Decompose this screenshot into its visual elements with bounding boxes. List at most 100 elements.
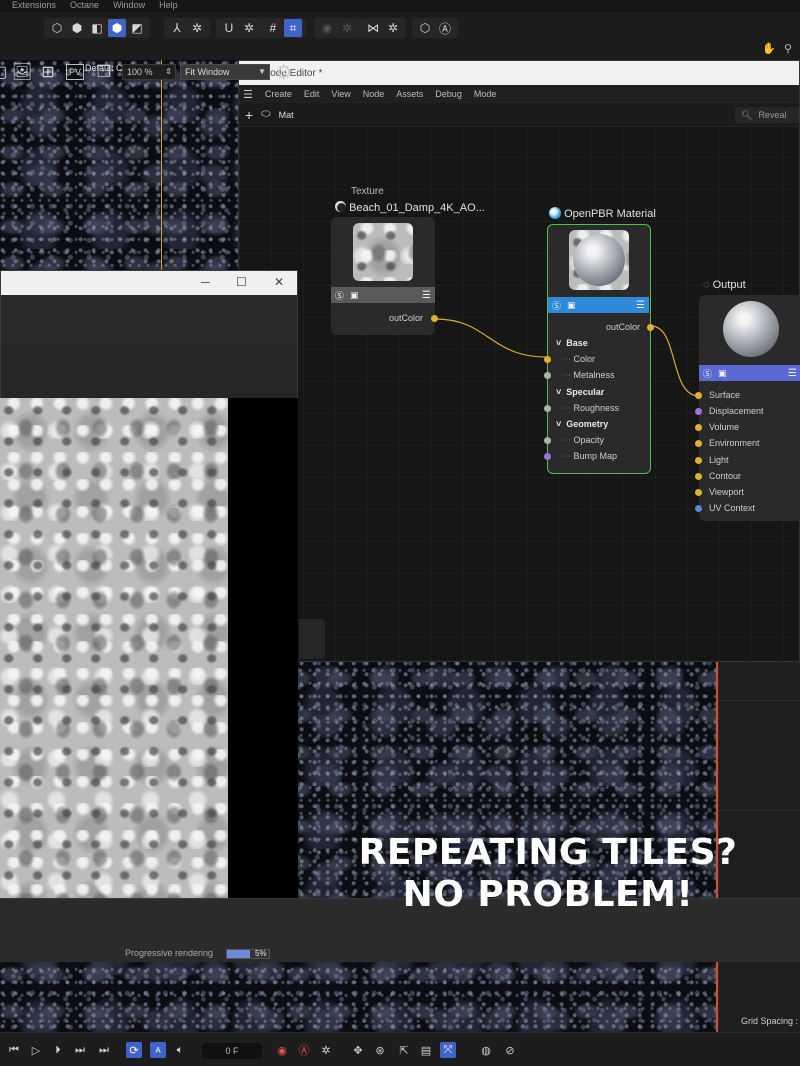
record-icon[interactable]: ◉ [274, 1042, 290, 1058]
symmetry-settings-gear-icon[interactable]: ✲ [384, 19, 402, 37]
grid-snap-icon[interactable]: ⌗ [284, 19, 302, 37]
ne-menu-view[interactable]: View [331, 89, 350, 99]
polygon-icon[interactable]: ⬢ [68, 19, 86, 37]
ne-menu-mode[interactable]: Mode [474, 89, 497, 99]
a-badge-icon[interactable]: Ⓐ [436, 19, 454, 37]
motion-settings-icon[interactable]: ⊘ [502, 1042, 518, 1058]
ne-menu-edit[interactable]: Edit [304, 89, 320, 99]
axis-icon[interactable]: ⅄ [168, 19, 186, 37]
node-path[interactable]: Mat [279, 110, 294, 120]
menu-item-octane[interactable]: Octane [70, 0, 99, 12]
cube-icon[interactable]: ⬡ [48, 19, 66, 37]
grid-icon[interactable]: # [264, 19, 282, 37]
add-image-icon[interactable]: ⊞ [38, 62, 58, 82]
play-icon[interactable]: ▷ [28, 1042, 44, 1058]
object-mode-icon[interactable]: ⬢ [108, 19, 126, 37]
go-to-end-icon[interactable]: ⏭ [96, 1042, 112, 1058]
side-panel-tab[interactable] [299, 619, 325, 659]
stepper-icon[interactable]: ⇕ [165, 65, 172, 79]
pin-icon[interactable]: ⚲ [784, 42, 792, 55]
minimize-icon[interactable]: ─ [201, 275, 210, 289]
viewport-top[interactable] [0, 60, 238, 270]
material-node-name[interactable]: OpenPBR Material [549, 207, 656, 220]
material-out-port[interactable] [647, 324, 654, 331]
material-node[interactable]: Ⓢ ▣ ☰ outColor ˅ Base ⋯ Color ⋯ Metalnes… [544, 224, 654, 474]
port-uv-context[interactable] [695, 505, 702, 512]
fit-mode-select[interactable]: Fit Window ▼ [180, 64, 270, 80]
port-volume[interactable] [695, 424, 702, 431]
move-key-icon[interactable]: ✥ [350, 1042, 366, 1058]
point-level-icon[interactable]: ⤧ [440, 1042, 456, 1058]
menu-item-extensions[interactable]: Extensions [12, 0, 56, 12]
ne-menu-create[interactable]: Create [265, 89, 292, 99]
section-geometry[interactable]: ˅ Geometry [556, 419, 608, 429]
image-icon[interactable]: ▣ [567, 300, 576, 311]
frame-field[interactable]: 0 F [202, 1043, 262, 1059]
settings-circle-icon[interactable]: Ⓢ [335, 289, 344, 302]
reveal-button[interactable]: 🔍︎ Reveal [735, 107, 799, 123]
render-settings-gear-icon[interactable]: ✲ [338, 19, 356, 37]
port-displacement[interactable] [695, 408, 702, 415]
go-to-start-icon[interactable]: ⏮ [6, 1042, 22, 1058]
ne-menu-debug[interactable]: Debug [435, 89, 462, 99]
loop-icon[interactable]: ⟳ [126, 1042, 142, 1058]
copy-icon[interactable]: ❐ [94, 62, 114, 82]
menu-item-window[interactable]: Window [113, 0, 145, 12]
gear-icon[interactable]: ⚙ [275, 60, 293, 85]
texture-node[interactable]: Ⓢ ▣ ☰ outColor [331, 217, 438, 335]
maximize-icon[interactable]: ☐ [236, 275, 247, 289]
ne-menu-assets[interactable]: Assets [396, 89, 423, 99]
auto-key-icon[interactable]: Ⓐ [296, 1042, 312, 1058]
close-icon[interactable]: ✕ [274, 275, 284, 289]
scale-key-icon[interactable]: ⇱ [396, 1042, 412, 1058]
texture-viewer-titlebar[interactable]: ─ ☐ ✕ [1, 271, 297, 295]
pv-icon[interactable]: PV [66, 64, 84, 80]
hand-icon[interactable]: ✋ [762, 42, 776, 55]
texture-node-name[interactable]: Beach_01_Damp_4K_AO... [335, 201, 485, 214]
zoom-input[interactable]: 100 % ⇕ [122, 64, 176, 80]
port-opacity[interactable] [544, 437, 551, 444]
menu-item-help[interactable]: Help [159, 0, 178, 12]
node-editor-titlebar[interactable]: Node Editor * [239, 61, 799, 85]
port-bump-map[interactable] [544, 453, 551, 460]
speaker-icon[interactable]: 🔈︎ [172, 1042, 188, 1058]
port-light[interactable] [695, 457, 702, 464]
node-menu-icon[interactable]: ☰ [636, 300, 645, 311]
step-forward-icon[interactable]: ⏵ [50, 1042, 66, 1058]
settings-circle-icon[interactable]: Ⓢ [703, 367, 712, 380]
section-specular[interactable]: ˅ Specular [556, 387, 604, 397]
channel-icon[interactable]: ▢ [0, 62, 10, 82]
output-node-name[interactable]: ◌ Output [703, 279, 746, 291]
texture-out-port[interactable] [431, 315, 438, 322]
port-color[interactable] [544, 356, 551, 363]
section-base[interactable]: ˅ Base [556, 338, 588, 348]
image-icon[interactable]: ▣ [718, 368, 727, 379]
magnet-settings-gear-icon[interactable]: ✲ [240, 19, 258, 37]
box-icon[interactable]: ◧ [88, 19, 106, 37]
rotate-key-icon[interactable]: ⊛ [372, 1042, 388, 1058]
output-node[interactable]: Ⓢ ▣ ☰ Surface Displacement Volume Enviro… [695, 295, 800, 521]
auto-keying-icon[interactable]: A [150, 1042, 166, 1058]
render-circle-icon[interactable]: ◉ [318, 19, 336, 37]
model-mode-icon[interactable]: ◩ [128, 19, 146, 37]
ne-menu-node[interactable]: Node [363, 89, 385, 99]
port-contour[interactable] [695, 473, 702, 480]
port-surface[interactable] [695, 392, 702, 399]
hexagon-badge-icon[interactable]: ⬡ [416, 19, 434, 37]
port-metalness[interactable] [544, 372, 551, 379]
port-viewport[interactable] [695, 489, 702, 496]
add-node-icon[interactable]: + [245, 107, 253, 123]
image-view-icon[interactable]: 🖼︎ [12, 62, 32, 82]
texture-canvas[interactable] [0, 398, 298, 898]
magnet-icon[interactable]: U [220, 19, 238, 37]
image-icon[interactable]: ▣ [350, 290, 359, 301]
axis-settings-gear-icon[interactable]: ✲ [188, 19, 206, 37]
port-roughness[interactable] [544, 405, 551, 412]
settings-circle-icon[interactable]: Ⓢ [552, 299, 561, 312]
node-menu-icon[interactable]: ☰ [422, 290, 431, 301]
node-menu-icon[interactable]: ☰ [788, 368, 797, 379]
port-environment[interactable] [695, 440, 702, 447]
motion-clip-icon[interactable]: ◍ [478, 1042, 494, 1058]
hamburger-icon[interactable]: ☰ [243, 88, 253, 101]
tag-icon[interactable]: ⬭ [261, 108, 270, 121]
